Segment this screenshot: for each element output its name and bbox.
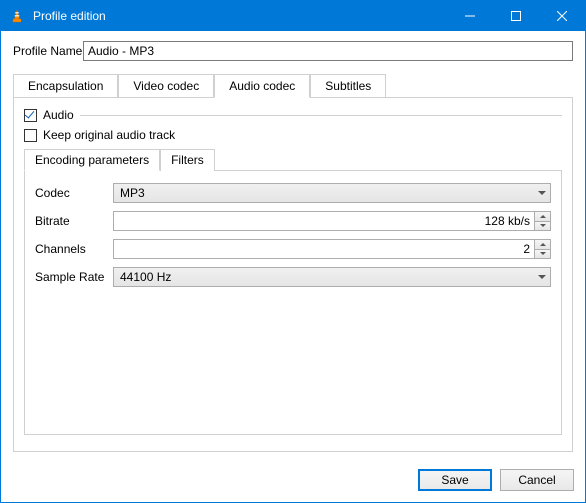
channels-value: 2 bbox=[114, 240, 534, 258]
titlebar: Profile edition bbox=[1, 1, 585, 31]
bitrate-spin-down[interactable] bbox=[535, 221, 550, 231]
channels-row: Channels 2 bbox=[35, 239, 551, 259]
bitrate-row: Bitrate 128 kb/s bbox=[35, 211, 551, 231]
bitrate-label: Bitrate bbox=[35, 214, 113, 228]
vlc-icon bbox=[9, 8, 25, 24]
maximize-button[interactable] bbox=[493, 1, 539, 31]
keep-original-label: Keep original audio track bbox=[43, 128, 175, 142]
tab-encapsulation[interactable]: Encapsulation bbox=[13, 74, 118, 98]
profile-name-row: Profile Name bbox=[13, 41, 573, 61]
channels-spin-down[interactable] bbox=[535, 249, 550, 259]
main-tabs: Encapsulation Video codec Audio codec Su… bbox=[13, 73, 573, 97]
content-area: Profile Name Encapsulation Video codec A… bbox=[1, 31, 585, 464]
tab-filters[interactable]: Filters bbox=[160, 149, 215, 171]
keep-original-row: Keep original audio track bbox=[24, 128, 562, 142]
codec-label: Codec bbox=[35, 186, 113, 200]
triangle-down-icon bbox=[540, 224, 546, 227]
triangle-up-icon bbox=[540, 243, 546, 246]
inner-tabs: Encoding parameters Filters bbox=[24, 148, 562, 170]
channels-spin-up[interactable] bbox=[535, 240, 550, 249]
minimize-button[interactable] bbox=[447, 1, 493, 31]
chevron-down-icon bbox=[538, 275, 546, 279]
channels-label: Channels bbox=[35, 242, 113, 256]
encoding-parameters-panel: Codec MP3 Bitrate 128 kb/s Channels bbox=[24, 170, 562, 435]
bitrate-spin-up[interactable] bbox=[535, 212, 550, 221]
bitrate-value: 128 kb/s bbox=[114, 212, 534, 230]
audio-codec-panel: Audio Keep original audio track Encoding… bbox=[13, 97, 573, 452]
samplerate-value: 44100 Hz bbox=[120, 270, 171, 284]
keep-original-checkbox[interactable] bbox=[24, 129, 37, 142]
tab-encoding-parameters[interactable]: Encoding parameters bbox=[24, 149, 160, 171]
samplerate-row: Sample Rate 44100 Hz bbox=[35, 267, 551, 287]
triangle-up-icon bbox=[540, 215, 546, 218]
codec-row: Codec MP3 bbox=[35, 183, 551, 203]
close-button[interactable] bbox=[539, 1, 585, 31]
channels-spinbox[interactable]: 2 bbox=[113, 239, 551, 259]
cancel-button[interactable]: Cancel bbox=[500, 469, 574, 491]
samplerate-label: Sample Rate bbox=[35, 270, 113, 284]
bitrate-spinbox[interactable]: 128 kb/s bbox=[113, 211, 551, 231]
chevron-down-icon bbox=[538, 191, 546, 195]
audio-checkbox-label: Audio bbox=[43, 108, 74, 122]
window-title: Profile edition bbox=[33, 9, 106, 23]
tab-audio-codec[interactable]: Audio codec bbox=[214, 74, 310, 98]
save-button[interactable]: Save bbox=[418, 469, 492, 491]
footer-buttons: Save Cancel bbox=[418, 469, 574, 491]
codec-combo[interactable]: MP3 bbox=[113, 183, 551, 203]
profile-name-input[interactable] bbox=[83, 41, 573, 61]
profile-name-label: Profile Name bbox=[13, 44, 83, 58]
group-divider bbox=[80, 115, 562, 116]
tab-video-codec[interactable]: Video codec bbox=[118, 74, 214, 98]
samplerate-combo[interactable]: 44100 Hz bbox=[113, 267, 551, 287]
audio-checkbox[interactable] bbox=[24, 109, 37, 122]
tab-subtitles[interactable]: Subtitles bbox=[310, 74, 386, 98]
audio-checkbox-row: Audio bbox=[24, 108, 562, 122]
codec-value: MP3 bbox=[120, 186, 145, 200]
triangle-down-icon bbox=[540, 252, 546, 255]
